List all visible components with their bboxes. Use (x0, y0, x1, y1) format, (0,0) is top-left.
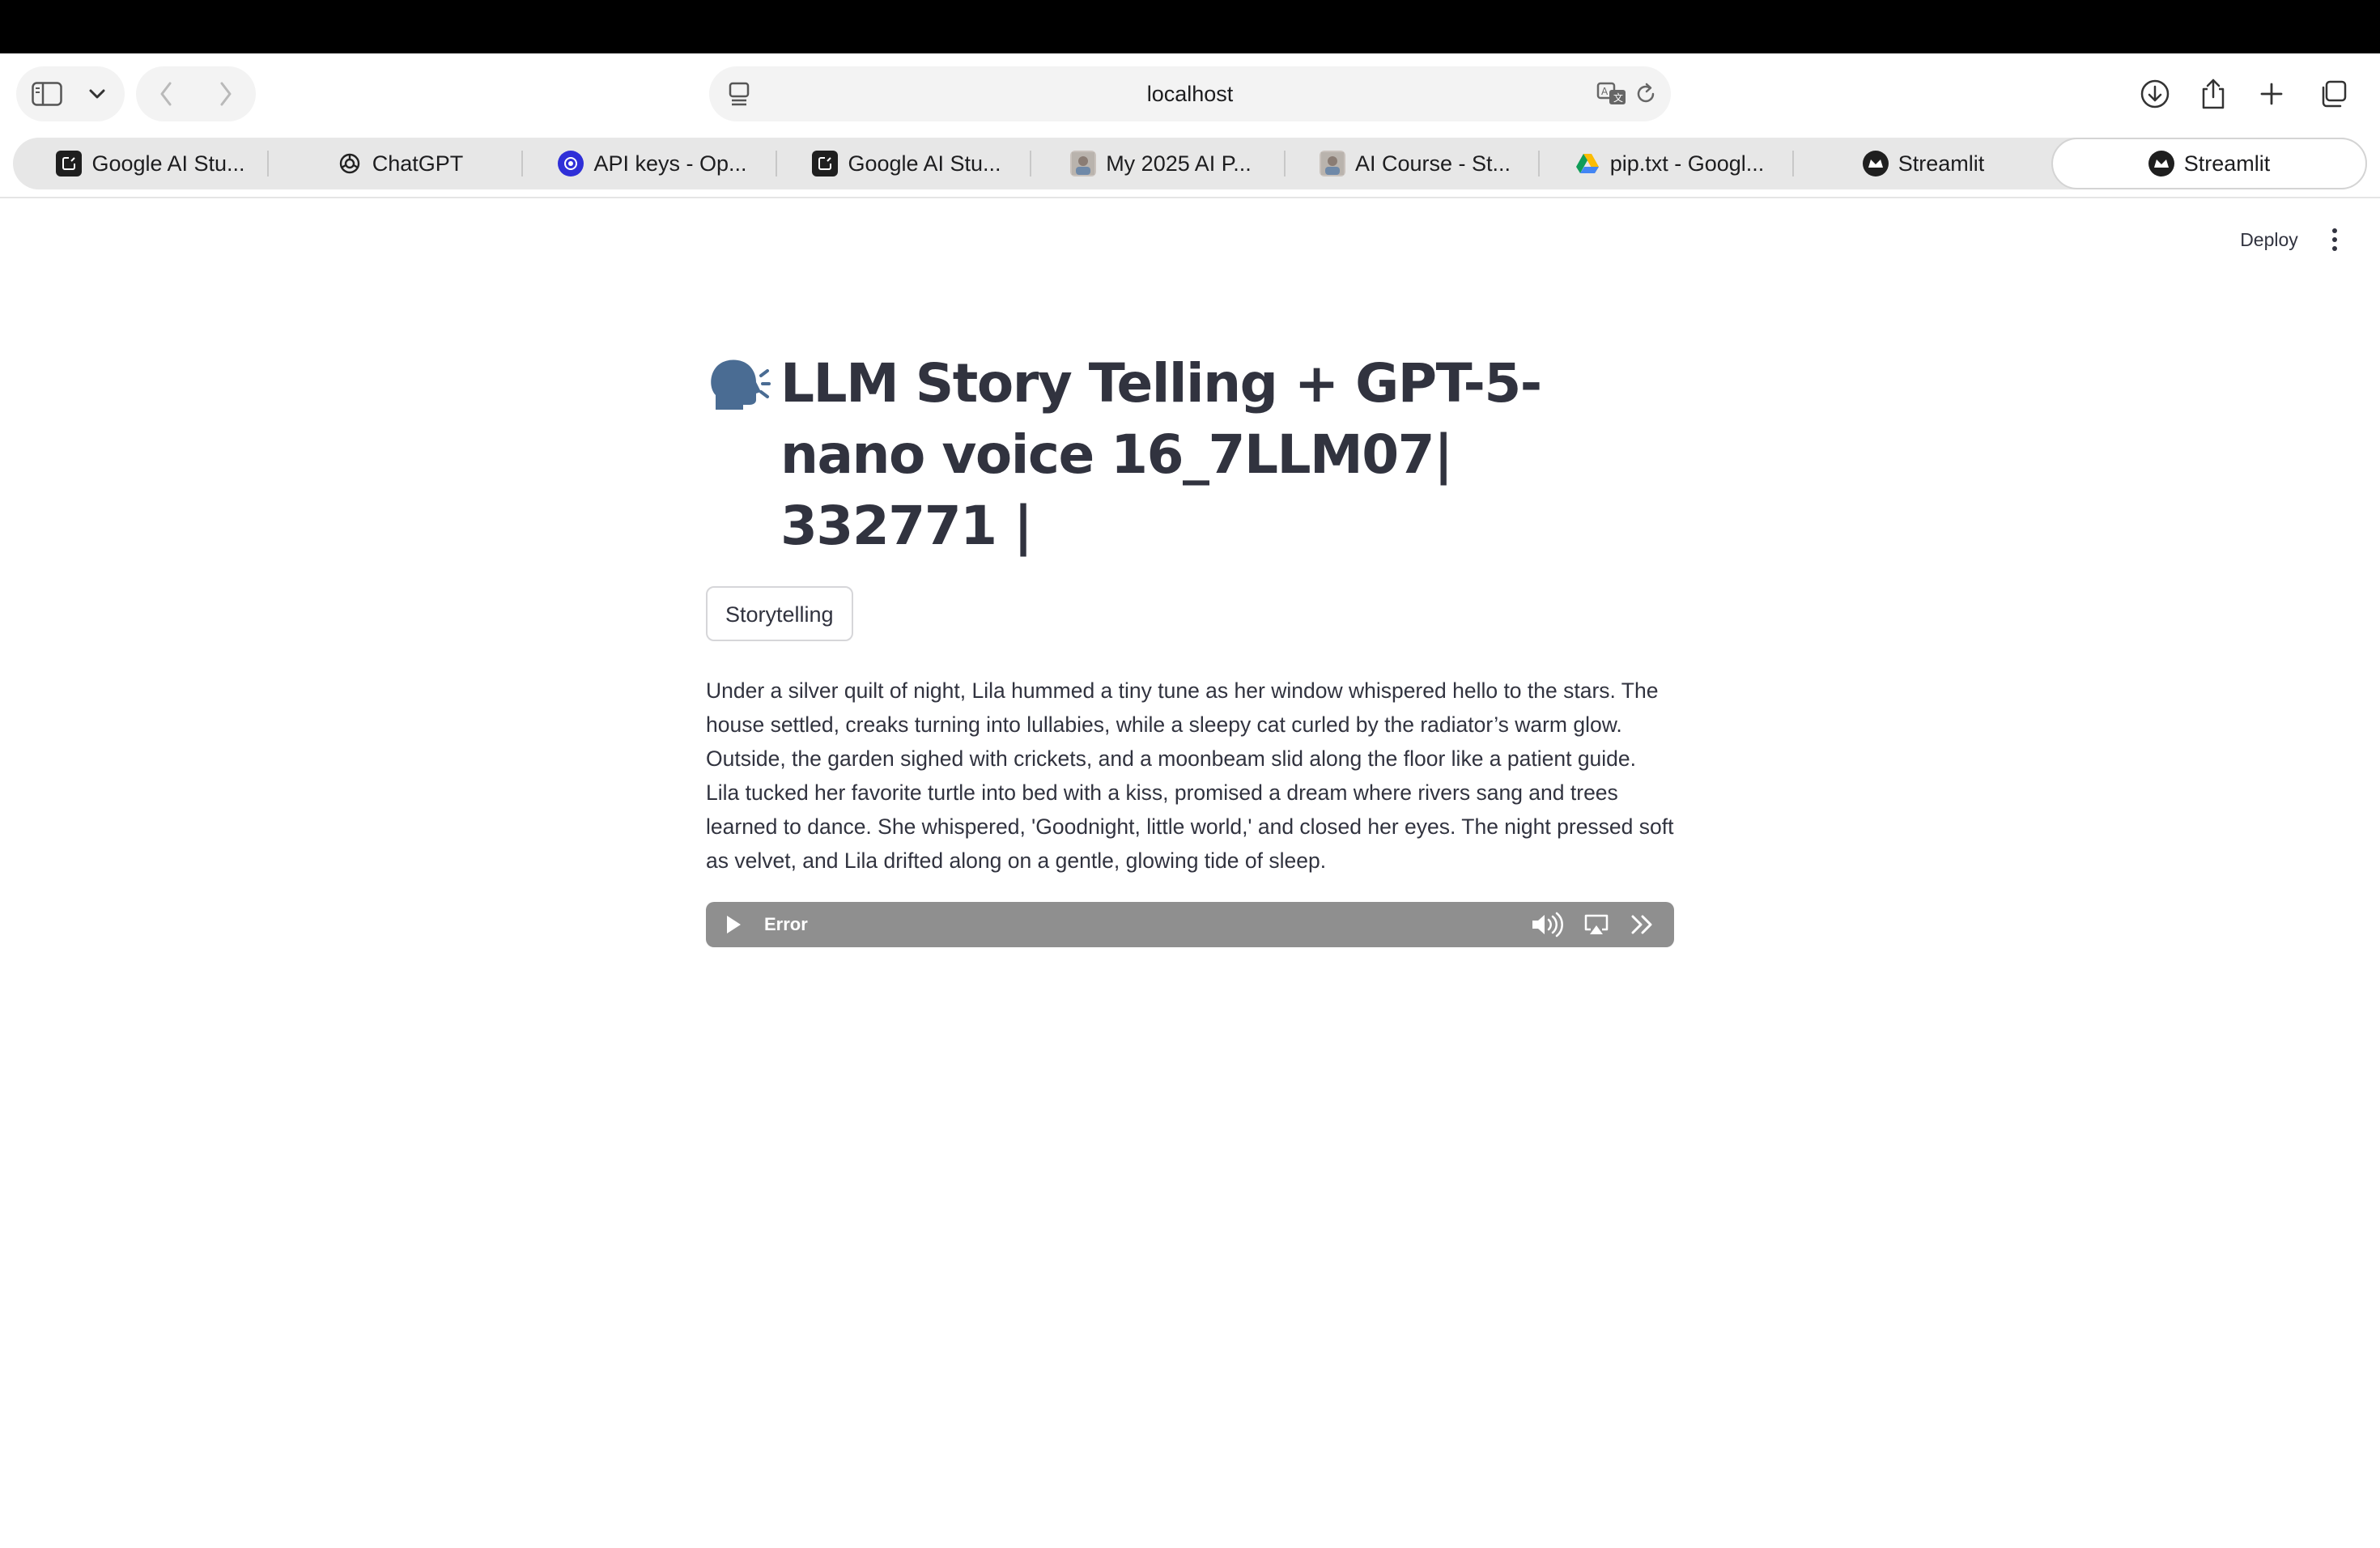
tab-chatgpt[interactable]: ChatGPT (280, 138, 520, 189)
chevron-right-icon (220, 82, 232, 106)
tab-label: Google AI Stu... (848, 151, 1001, 176)
kebab-dot (2332, 246, 2337, 251)
svg-text:A: A (1601, 86, 1609, 97)
avatar-icon (1319, 151, 1345, 176)
tab-label: My 2025 AI P... (1106, 151, 1252, 176)
address-url: localhost (1146, 82, 1234, 106)
tab-separator (776, 151, 777, 176)
tab-groups-dropdown-button[interactable] (78, 66, 117, 121)
chatgpt-icon (337, 151, 363, 176)
chevron-down-icon (89, 89, 105, 99)
tab-label: AI Course - St... (1354, 151, 1511, 176)
tab-api-keys[interactable]: API keys - Op... (531, 138, 774, 189)
system-menubar (0, 0, 2380, 53)
story-text: Under a silver quilt of night, Lila humm… (706, 678, 1674, 873)
address-bar[interactable]: localhost A文 (709, 66, 1671, 121)
navigation-group (136, 66, 256, 121)
sidebar-toggle-group (16, 66, 125, 121)
tab-label: Streamlit (2183, 151, 2271, 176)
double-chevron-right-icon (1631, 915, 1652, 934)
tab-separator (1030, 151, 1031, 176)
forward-button[interactable] (196, 66, 256, 121)
volume-button[interactable] (1530, 912, 1564, 942)
main-content: LLM Story Telling + GPT-5-nano voice 16_… (706, 348, 1674, 947)
downloads-button[interactable] (2127, 66, 2182, 121)
tab-label: ChatGPT (372, 151, 464, 176)
plus-icon (2260, 83, 2283, 105)
tab-overview-icon (2322, 80, 2347, 108)
tab-pip-txt[interactable]: pip.txt - Googl... (1548, 138, 1791, 189)
kebab-dot (2332, 228, 2337, 233)
tab-ai-course[interactable]: AI Course - St... (1294, 138, 1536, 189)
avatar-icon (1070, 151, 1097, 176)
tab-label: Streamlit (1898, 151, 1985, 176)
tab-label: pip.txt - Googl... (1609, 151, 1765, 176)
google-drive-icon (1575, 151, 1600, 176)
download-icon (2140, 79, 2170, 108)
tab-my-2025-ai[interactable]: My 2025 AI P... (1039, 138, 1282, 189)
sidebar-icon (32, 82, 62, 106)
new-tab-button[interactable] (2244, 66, 2299, 121)
back-button[interactable] (136, 66, 196, 121)
tab-separator (521, 151, 523, 176)
playback-speed-button[interactable] (1629, 913, 1655, 940)
airplay-icon (1584, 914, 1609, 934)
share-button[interactable] (2186, 66, 2241, 121)
tab-bar: Google AI Stu... ChatGPT API keys - Op..… (13, 138, 2367, 189)
openai-icon (558, 151, 584, 176)
tab-streamlit-active[interactable]: Streamlit (2051, 138, 2367, 189)
streamlit-icon (1862, 151, 1889, 176)
tab-google-ai-studio-2[interactable]: Google AI Stu... (785, 138, 1028, 189)
kebab-dot (2332, 237, 2337, 242)
airplay-button[interactable] (1583, 913, 1609, 940)
audio-status: Error (764, 914, 808, 934)
browser-chrome: localhost A文 Google AI Stu... ChatGPT AP… (0, 53, 2380, 198)
tab-label: API keys - Op... (593, 151, 747, 176)
tab-overview-button[interactable] (2306, 66, 2361, 121)
volume-icon (1532, 912, 1563, 938)
tab-separator (1538, 151, 1540, 176)
chrome-divider (0, 197, 2380, 198)
tab-label: Google AI Stu... (91, 151, 245, 176)
storytelling-tag: Storytelling (706, 586, 853, 641)
browser-toolbar: localhost A文 (0, 53, 2380, 138)
main-menu-button[interactable] (2322, 223, 2348, 256)
page-title-text: LLM Story Telling + GPT-5-nano voice 16_… (780, 352, 1542, 557)
sidebar-toggle-button[interactable] (16, 66, 78, 121)
tab-separator (1284, 151, 1286, 176)
google-ai-studio-icon (56, 151, 83, 176)
tab-google-ai-studio-1[interactable]: Google AI Stu... (29, 138, 272, 189)
reload-icon[interactable] (1634, 81, 1658, 111)
audio-player: Error (706, 902, 1674, 947)
chevron-left-icon (160, 82, 172, 106)
speaking-head-icon (706, 353, 771, 418)
streamlit-icon (2148, 151, 2174, 176)
tab-streamlit-1[interactable]: Streamlit (1802, 138, 2045, 189)
svg-text:文: 文 (1613, 91, 1623, 104)
share-icon (2202, 79, 2225, 109)
tab-separator (267, 151, 269, 176)
play-icon (727, 916, 741, 933)
deploy-button[interactable]: Deploy (2229, 223, 2309, 256)
translate-icon[interactable]: A文 (1596, 81, 1627, 111)
tab-separator (1792, 151, 1794, 176)
play-button[interactable] (724, 913, 743, 940)
page-title: LLM Story Telling + GPT-5-nano voice 16_… (706, 348, 1674, 562)
google-ai-studio-icon (812, 151, 839, 176)
